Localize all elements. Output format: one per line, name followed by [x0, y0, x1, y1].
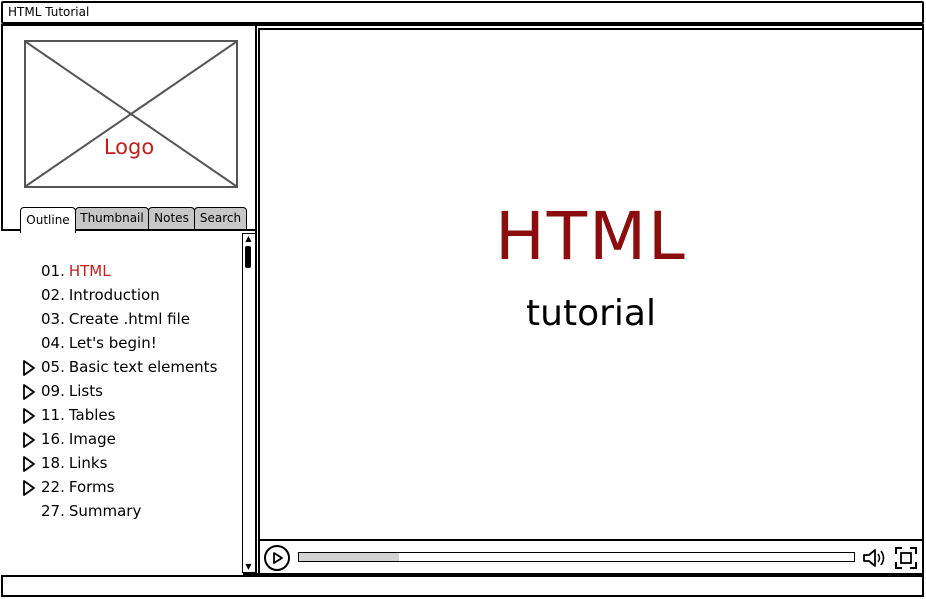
tab-label: Notes — [154, 211, 189, 225]
placeholder-cross-icon — [26, 42, 236, 186]
outline-item-label: Create .html file — [68, 310, 191, 328]
outline-item-label: Image — [68, 430, 116, 448]
outline-item[interactable]: 16. Image — [21, 427, 217, 451]
play-icon — [273, 552, 283, 564]
outline-item-number: 05. — [41, 358, 65, 376]
outline-item[interactable]: 22. Forms — [21, 475, 217, 499]
outline-item-number: 18. — [41, 454, 65, 472]
outline-item[interactable]: 03. Create .html file — [21, 307, 217, 331]
outline-item-number: 11. — [41, 406, 65, 424]
outline-item-label: Forms — [68, 478, 115, 496]
volume-icon[interactable] — [862, 546, 888, 570]
tab-label: Thumbnail — [80, 211, 144, 225]
outline-item[interactable]: 05. Basic text elements — [21, 355, 217, 379]
outline-item-label: Tables — [68, 406, 116, 424]
slide-subtitle: tutorial — [526, 293, 656, 334]
outline-item-label: Lists — [68, 382, 103, 400]
outline-item[interactable]: 09. Lists — [21, 379, 217, 403]
outline-item-number: 01. — [41, 262, 65, 280]
slide-title: HTML — [495, 198, 687, 275]
outline-item-number: 02. — [41, 286, 65, 304]
outline-list: 01. HTML 02. Introduction 03. Create .html fi… — [21, 259, 217, 523]
outline-item-label: HTML — [68, 262, 111, 280]
outline-item-label: Basic text elements — [68, 358, 218, 376]
tab-outline[interactable]: Outline — [20, 207, 76, 233]
progress-bar[interactable] — [298, 552, 855, 562]
scroll-thumb[interactable] — [245, 246, 251, 268]
outline-item-number: 27. — [41, 502, 65, 520]
outline-panel: 01. HTML 02. Introduction 03. Create .html fi… — [1, 231, 243, 575]
outline-item[interactable]: 27. Summary — [21, 499, 217, 523]
fullscreen-icon[interactable] — [894, 546, 918, 570]
logo-placeholder — [24, 40, 238, 188]
outline-item-number: 16. — [41, 430, 65, 448]
outline-item[interactable]: 01. HTML — [21, 259, 217, 283]
outline-item-number: 09. — [41, 382, 65, 400]
outline-item-number: 22. — [41, 478, 65, 496]
outline-item[interactable]: 04. Let's begin! — [21, 331, 217, 355]
outline-item-label: Links — [68, 454, 108, 472]
outline-scrollbar[interactable]: ▲ ▼ — [242, 233, 256, 573]
tab-notes[interactable]: Notes — [148, 207, 195, 230]
scroll-up-icon[interactable]: ▲ — [243, 234, 254, 244]
progress-fill — [299, 553, 399, 561]
play-button[interactable] — [264, 545, 290, 571]
outline-item[interactable]: 02. Introduction — [21, 283, 217, 307]
expand-arrow-icon[interactable] — [21, 431, 37, 449]
outline-item-number: 03. — [41, 310, 65, 328]
scroll-down-icon[interactable]: ▼ — [243, 562, 254, 572]
logo-label: Logo — [103, 135, 155, 159]
expand-arrow-icon[interactable] — [21, 407, 37, 425]
window-title: HTML Tutorial — [8, 5, 90, 19]
player-controls — [258, 539, 924, 575]
tab-label: Search — [199, 211, 242, 225]
outline-item-label: Let's begin! — [68, 334, 157, 352]
expand-arrow-icon[interactable] — [21, 383, 37, 401]
tab-thumbnail[interactable]: Thumbnail — [75, 207, 149, 230]
expand-arrow-icon[interactable] — [21, 479, 37, 497]
window-title-bar: HTML Tutorial — [1, 1, 924, 24]
outline-item-label: Introduction — [68, 286, 160, 304]
outline-item[interactable]: 11. Tables — [21, 403, 217, 427]
status-bar — [1, 575, 924, 597]
outline-item-label: Summary — [68, 502, 142, 520]
tab-label: Outline — [26, 213, 70, 227]
expand-arrow-icon[interactable] — [21, 455, 37, 473]
expand-arrow-icon[interactable] — [21, 359, 37, 377]
outline-item[interactable]: 18. Links — [21, 451, 217, 475]
tab-search[interactable]: Search — [194, 207, 247, 230]
outline-item-number: 04. — [41, 334, 65, 352]
